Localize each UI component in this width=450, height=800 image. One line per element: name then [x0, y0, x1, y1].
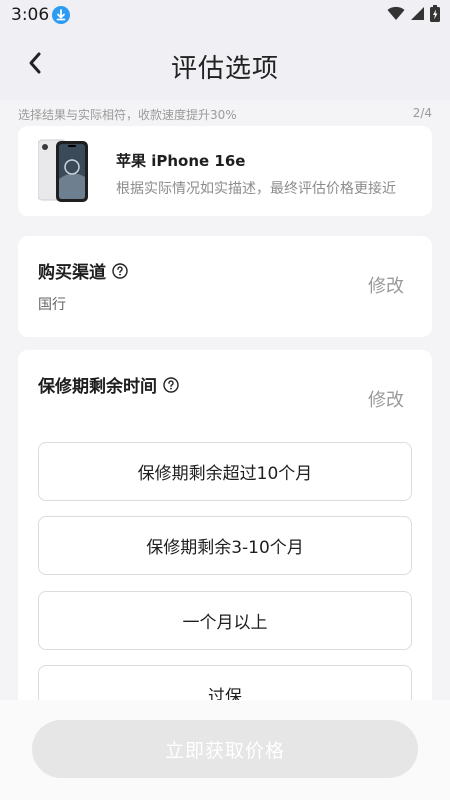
status-time: 3:06 — [11, 5, 50, 25]
battery-charging-icon — [430, 4, 440, 26]
help-icon[interactable] — [112, 262, 128, 279]
product-description: 根据实际情况如实描述，最终评估价格更接近 — [116, 181, 396, 197]
warranty-option-3-10-months[interactable]: 保修期剩余3-10个月 — [38, 516, 412, 575]
status-bar: 3:06 — [0, 0, 450, 30]
wifi-icon — [387, 6, 405, 25]
purchase-channel-value: 国行 — [38, 297, 66, 313]
header: 评估选项 — [0, 30, 450, 100]
purchase-channel-label: 购买渠道 — [38, 263, 106, 283]
download-icon — [52, 6, 70, 24]
get-price-button[interactable]: 立即获取价格 — [32, 720, 418, 778]
product-image — [37, 139, 90, 203]
page-title: 评估选项 — [170, 54, 279, 84]
product-card: 苹果 iPhone 16e 根据实际情况如实描述，最终评估价格更接近 — [18, 126, 432, 216]
help-icon[interactable] — [163, 376, 179, 393]
warranty-title: 保修期剩余时间 — [38, 372, 179, 397]
purchase-channel-card: 购买渠道 国行 修改 — [18, 236, 432, 337]
product-name: 苹果 iPhone 16e — [116, 152, 246, 170]
bottom-bar: 立即获取价格 — [0, 700, 450, 800]
purchase-channel-title: 购买渠道 — [38, 258, 128, 283]
warranty-option-over-1-month[interactable]: 一个月以上 — [38, 591, 412, 650]
screen: 3:06 评估选项 选择结果与实际相符，收款速度提升30% 2/4 苹果 iPh… — [0, 0, 450, 800]
purchase-channel-modify-button[interactable]: 修改 — [368, 272, 404, 298]
status-icons — [387, 4, 440, 26]
warranty-option-over-10-months[interactable]: 保修期剩余超过10个月 — [38, 442, 412, 501]
hint-row: 选择结果与实际相符，收款速度提升30% 2/4 — [0, 100, 450, 128]
step-indicator: 2/4 — [412, 106, 432, 120]
warranty-modify-button[interactable]: 修改 — [368, 386, 404, 412]
hint-text: 选择结果与实际相符，收款速度提升30% — [18, 108, 237, 122]
warranty-label: 保修期剩余时间 — [38, 377, 157, 397]
signal-icon — [410, 6, 425, 25]
